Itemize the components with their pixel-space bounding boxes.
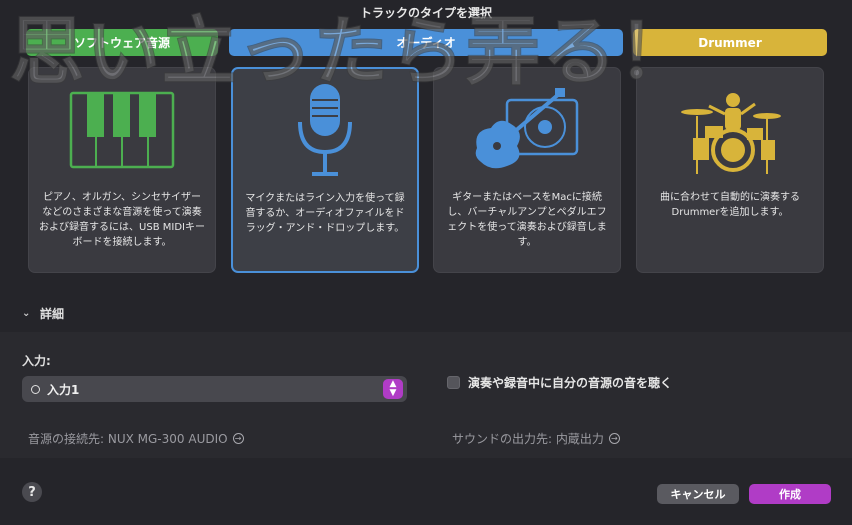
piano-keys-icon (29, 76, 215, 186)
monitor-option[interactable]: 演奏や録音中に自分の音源の音を聴く (447, 374, 672, 391)
source-connection: 音源の接続先: NUX MG-300 AUDIO → (28, 430, 244, 447)
arrow-right-circle-icon[interactable]: → (232, 433, 244, 444)
microphone-icon (233, 77, 417, 187)
tab-software-instrument[interactable]: ソフトウェア音源 (26, 29, 218, 56)
new-track-dialog: トラックのタイプを選択 ソフトウェア音源 オーディオ Drummer ピアノ、オ… (0, 0, 852, 525)
input-select[interactable]: 入力1 ▲ ▼ (22, 376, 407, 402)
card-audio[interactable]: マイクまたはライン入力を使って録音するか、オーディオファイルをドラッグ・アンド・… (231, 67, 419, 273)
source-connection-text: 音源の接続先: NUX MG-300 AUDIO (28, 432, 228, 446)
chevron-down-icon: ⌄ (22, 307, 31, 319)
card-description: 曲に合わせて自動的に演奏するDrummerを追加します。 (660, 192, 800, 218)
card-description: ピアノ、オルガン、シンセサイザーなどのさまざまな音源を使って演奏および録音するに… (39, 192, 205, 248)
details-disclosure[interactable]: ⌄ 詳細 (22, 305, 64, 322)
cancel-button[interactable]: キャンセル (657, 484, 739, 504)
output-connection-text: サウンドの出力先: 内蔵出力 (452, 432, 604, 446)
input-select-value: 入力1 (47, 382, 80, 397)
card-description: マイクまたはライン入力を使って録音するか、オーディオファイルをドラッグ・アンド・… (245, 193, 405, 234)
card-drummer[interactable]: 曲に合わせて自動的に演奏するDrummerを追加します。 (636, 67, 824, 273)
create-button[interactable]: 作成 (749, 484, 831, 504)
output-connection: サウンドの出力先: 内蔵出力 → (452, 430, 620, 447)
input-label: 入力: (22, 354, 51, 368)
card-software-instrument[interactable]: ピアノ、オルガン、シンセサイザーなどのさまざまな音源を使って演奏および録音するに… (28, 67, 216, 273)
card-description: ギターまたはベースをMacに接続し、バーチャルアンプとペダルエフェクトを使って演… (447, 192, 607, 248)
details-label: 詳細 (40, 307, 65, 321)
tab-drummer[interactable]: Drummer (633, 29, 827, 56)
monitor-label: 演奏や録音中に自分の音源の音を聴く (468, 376, 673, 390)
drummer-icon (637, 76, 823, 186)
monitor-checkbox[interactable] (447, 376, 460, 389)
help-button[interactable]: ? (22, 482, 42, 502)
input-channel-icon (31, 384, 40, 394)
dialog-title: トラックのタイプを選択 (359, 6, 492, 20)
select-stepper-icon[interactable]: ▲ ▼ (383, 379, 403, 399)
card-guitar[interactable]: ギターまたはベースをMacに接続し、バーチャルアンプとペダルエフェクトを使って演… (433, 67, 621, 273)
tab-audio[interactable]: オーディオ (229, 29, 623, 56)
arrow-right-circle-icon[interactable]: → (608, 433, 620, 444)
guitar-amp-icon (434, 76, 620, 186)
